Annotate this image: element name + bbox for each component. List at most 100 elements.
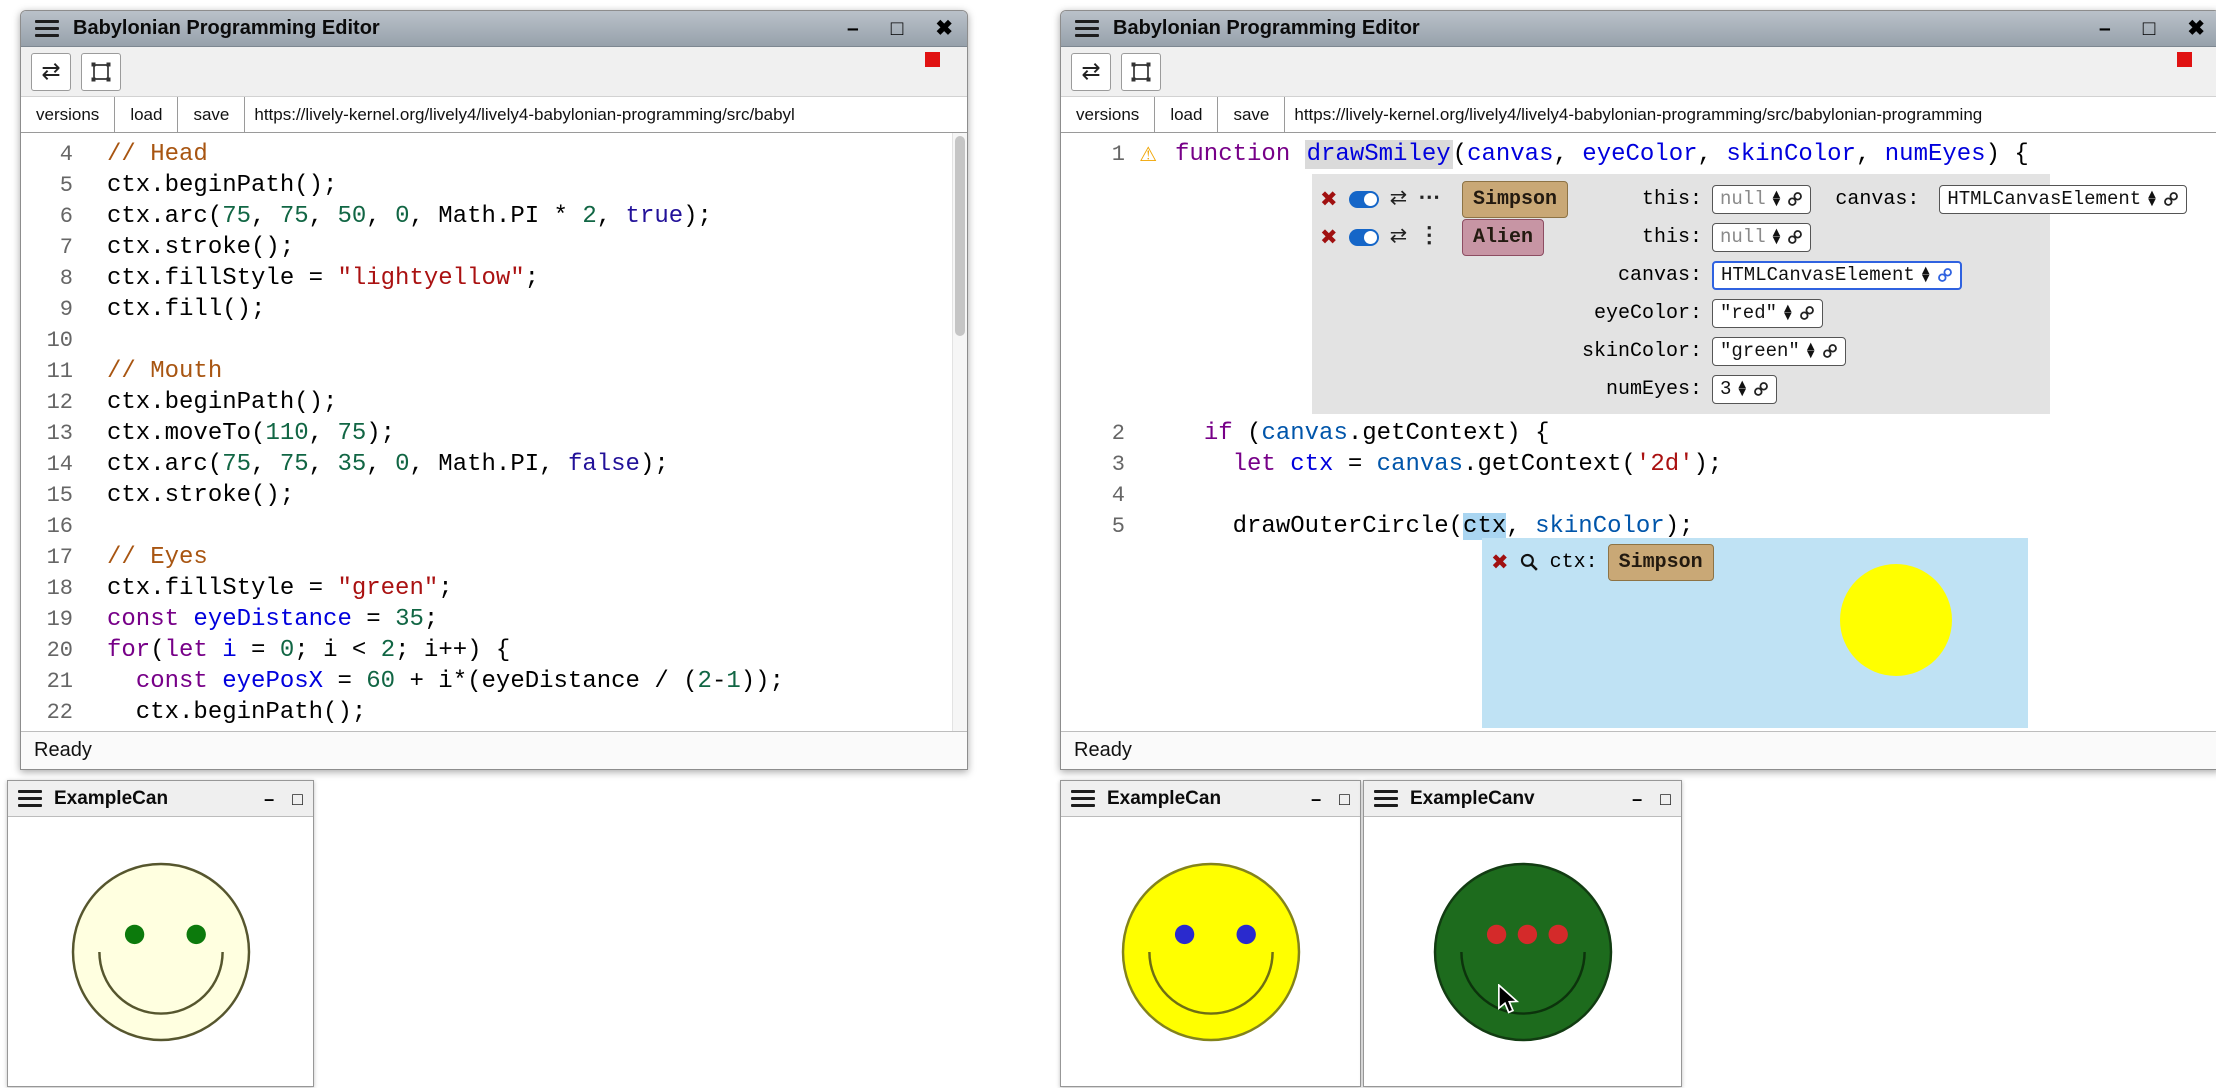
url-field[interactable]: https://lively-kernel.org/lively4/lively… — [1285, 97, 2216, 132]
code-editor[interactable]: 4// Head5ctx.beginPath();6ctx.arc(75, 75… — [21, 133, 967, 731]
line-number[interactable]: 8 — [21, 263, 87, 294]
code-line[interactable]: 21 const eyePosX = 60 + i*(eyeDistance /… — [21, 666, 967, 697]
code-line[interactable]: 8ctx.fillStyle = "lightyellow"; — [21, 263, 967, 294]
link-icon[interactable] — [2163, 191, 2179, 207]
magnifier-icon[interactable] — [1519, 552, 1540, 573]
line-number[interactable]: 19 — [21, 604, 87, 635]
line-number[interactable]: 15 — [21, 480, 87, 511]
titlebar[interactable]: ExampleCan – □ — [1061, 781, 1360, 817]
select-frame-button[interactable] — [81, 53, 121, 91]
example-badge-alien[interactable]: Alien — [1462, 219, 1544, 256]
scrollbar-track[interactable] — [952, 133, 967, 731]
code-line[interactable]: 2 if (canvas.getContext) { — [1061, 418, 2216, 449]
stepper-icon[interactable]: ▲▼ — [1773, 229, 1781, 245]
titlebar[interactable]: ExampleCanv – □ — [1364, 781, 1681, 817]
example-badge-simpson[interactable]: Simpson — [1462, 181, 1568, 218]
stepper-icon[interactable]: ▲▼ — [1773, 191, 1781, 207]
code-line[interactable]: 5ctx.beginPath(); — [21, 170, 967, 201]
delete-example-icon[interactable]: ✖ — [1320, 189, 1338, 210]
code-line[interactable]: 6ctx.arc(75, 75, 50, 0, Math.PI * 2, tru… — [21, 201, 967, 232]
code-line[interactable]: 16 — [21, 511, 967, 542]
hamburger-menu-icon[interactable] — [1374, 790, 1398, 807]
line-number[interactable]: 2 — [1061, 418, 1161, 449]
close-button[interactable]: ✖ — [2187, 18, 2205, 39]
value-input[interactable]: 3▲▼ — [1712, 375, 1777, 404]
code-line[interactable]: 3 let ctx = canvas.getContext('2d'); — [1061, 449, 2216, 480]
maximize-button[interactable]: □ — [2143, 18, 2156, 39]
code-line[interactable]: 10 — [21, 325, 967, 356]
stepper-down-icon[interactable]: ▼ — [1807, 351, 1815, 359]
minimize-button[interactable]: – — [264, 790, 274, 808]
maximize-button[interactable]: □ — [292, 790, 303, 808]
code-line[interactable]: 13ctx.moveTo(110, 75); — [21, 418, 967, 449]
minimize-button[interactable]: – — [2099, 18, 2111, 39]
stepper-icon[interactable]: ▲▼ — [1738, 381, 1746, 397]
tab-save[interactable]: save — [1218, 97, 1285, 132]
code-line[interactable]: 9ctx.fill(); — [21, 294, 967, 325]
value-input[interactable]: "green"▲▼ — [1712, 337, 1846, 366]
swap-arrows-icon[interactable]: ⇄ — [1390, 227, 1408, 248]
line-number[interactable]: 13 — [21, 418, 87, 449]
link-icon[interactable] — [1799, 305, 1815, 321]
code-line[interactable]: 18ctx.fillStyle = "green"; — [21, 573, 967, 604]
line-number[interactable]: 18 — [21, 573, 87, 604]
line-number[interactable]: 5 — [21, 170, 87, 201]
link-icon[interactable] — [1937, 267, 1953, 283]
tab-save[interactable]: save — [178, 97, 245, 132]
code-editor[interactable]: 1⚠function drawSmiley(canvas, eyeColor, … — [1061, 133, 2216, 731]
minimize-button[interactable]: – — [1632, 790, 1642, 808]
scrollbar-thumb[interactable] — [955, 136, 965, 336]
hamburger-menu-icon[interactable] — [18, 790, 42, 807]
line-number[interactable]: 4 — [1061, 480, 1161, 511]
warning-icon[interactable]: ⚠ — [1139, 139, 1157, 170]
close-button[interactable]: ✖ — [935, 18, 953, 39]
code-line[interactable]: 4 — [1061, 480, 2216, 511]
line-number[interactable]: 12 — [21, 387, 87, 418]
link-icon[interactable] — [1787, 191, 1803, 207]
maximize-button[interactable]: □ — [1660, 790, 1671, 808]
minimize-button[interactable]: – — [847, 18, 859, 39]
line-number[interactable]: 3 — [1061, 449, 1161, 480]
titlebar[interactable]: Babylonian Programming Editor – □ ✖ — [21, 11, 967, 47]
stepper-icon[interactable]: ▲▼ — [1807, 343, 1815, 359]
link-icon[interactable] — [1822, 343, 1838, 359]
line-number[interactable]: 1⚠ — [1061, 139, 1161, 170]
code-line[interactable]: 19const eyeDistance = 35; — [21, 604, 967, 635]
titlebar[interactable]: ExampleCan – □ — [8, 781, 313, 817]
code-line[interactable]: 1⚠function drawSmiley(canvas, eyeColor, … — [1061, 139, 2216, 170]
titlebar[interactable]: Babylonian Programming Editor – □ ✖ — [1061, 11, 2216, 47]
maximize-button[interactable]: □ — [1339, 790, 1350, 808]
tab-load[interactable]: load — [1155, 97, 1218, 132]
line-number[interactable]: 11 — [21, 356, 87, 387]
code-line[interactable]: 20for(let i = 0; i < 2; i++) { — [21, 635, 967, 666]
stepper-down-icon[interactable]: ▼ — [1773, 199, 1781, 207]
stepper-down-icon[interactable]: ▼ — [1922, 275, 1930, 283]
stepper-down-icon[interactable]: ▼ — [1784, 313, 1792, 321]
value-input[interactable]: HTMLCanvasElement▲▼ — [1939, 185, 2187, 214]
tab-versions[interactable]: versions — [21, 97, 115, 132]
url-field[interactable]: https://lively-kernel.org/lively4/lively… — [245, 97, 967, 132]
code-line[interactable]: 14ctx.arc(75, 75, 35, 0, Math.PI, false)… — [21, 449, 967, 480]
tab-versions[interactable]: versions — [1061, 97, 1155, 132]
code-line[interactable]: 22 ctx.beginPath(); — [21, 697, 967, 728]
line-number[interactable]: 4 — [21, 139, 87, 170]
line-number[interactable]: 21 — [21, 666, 87, 697]
stepper-icon[interactable]: ▲▼ — [1784, 305, 1792, 321]
line-number[interactable]: 17 — [21, 542, 87, 573]
value-input[interactable]: null▲▼ — [1712, 223, 1811, 252]
smiley-canvas[interactable] — [1061, 817, 1360, 1086]
line-number[interactable]: 22 — [21, 697, 87, 728]
stepper-icon[interactable]: ▲▼ — [1922, 267, 1930, 283]
line-number[interactable]: 7 — [21, 232, 87, 263]
menu-dots-icon[interactable]: ⋮ — [1418, 226, 1440, 248]
code-line[interactable]: 17// Eyes — [21, 542, 967, 573]
line-number[interactable]: 5 — [1061, 511, 1161, 542]
code-line[interactable]: 4// Head — [21, 139, 967, 170]
code-line[interactable]: 12ctx.beginPath(); — [21, 387, 967, 418]
hamburger-menu-icon[interactable] — [1075, 20, 1099, 37]
stepper-down-icon[interactable]: ▼ — [1773, 237, 1781, 245]
value-input[interactable]: HTMLCanvasElement▲▼ — [1712, 261, 1962, 290]
smiley-canvas[interactable] — [8, 817, 313, 1086]
line-number[interactable]: 16 — [21, 511, 87, 542]
stepper-down-icon[interactable]: ▼ — [1738, 389, 1746, 397]
